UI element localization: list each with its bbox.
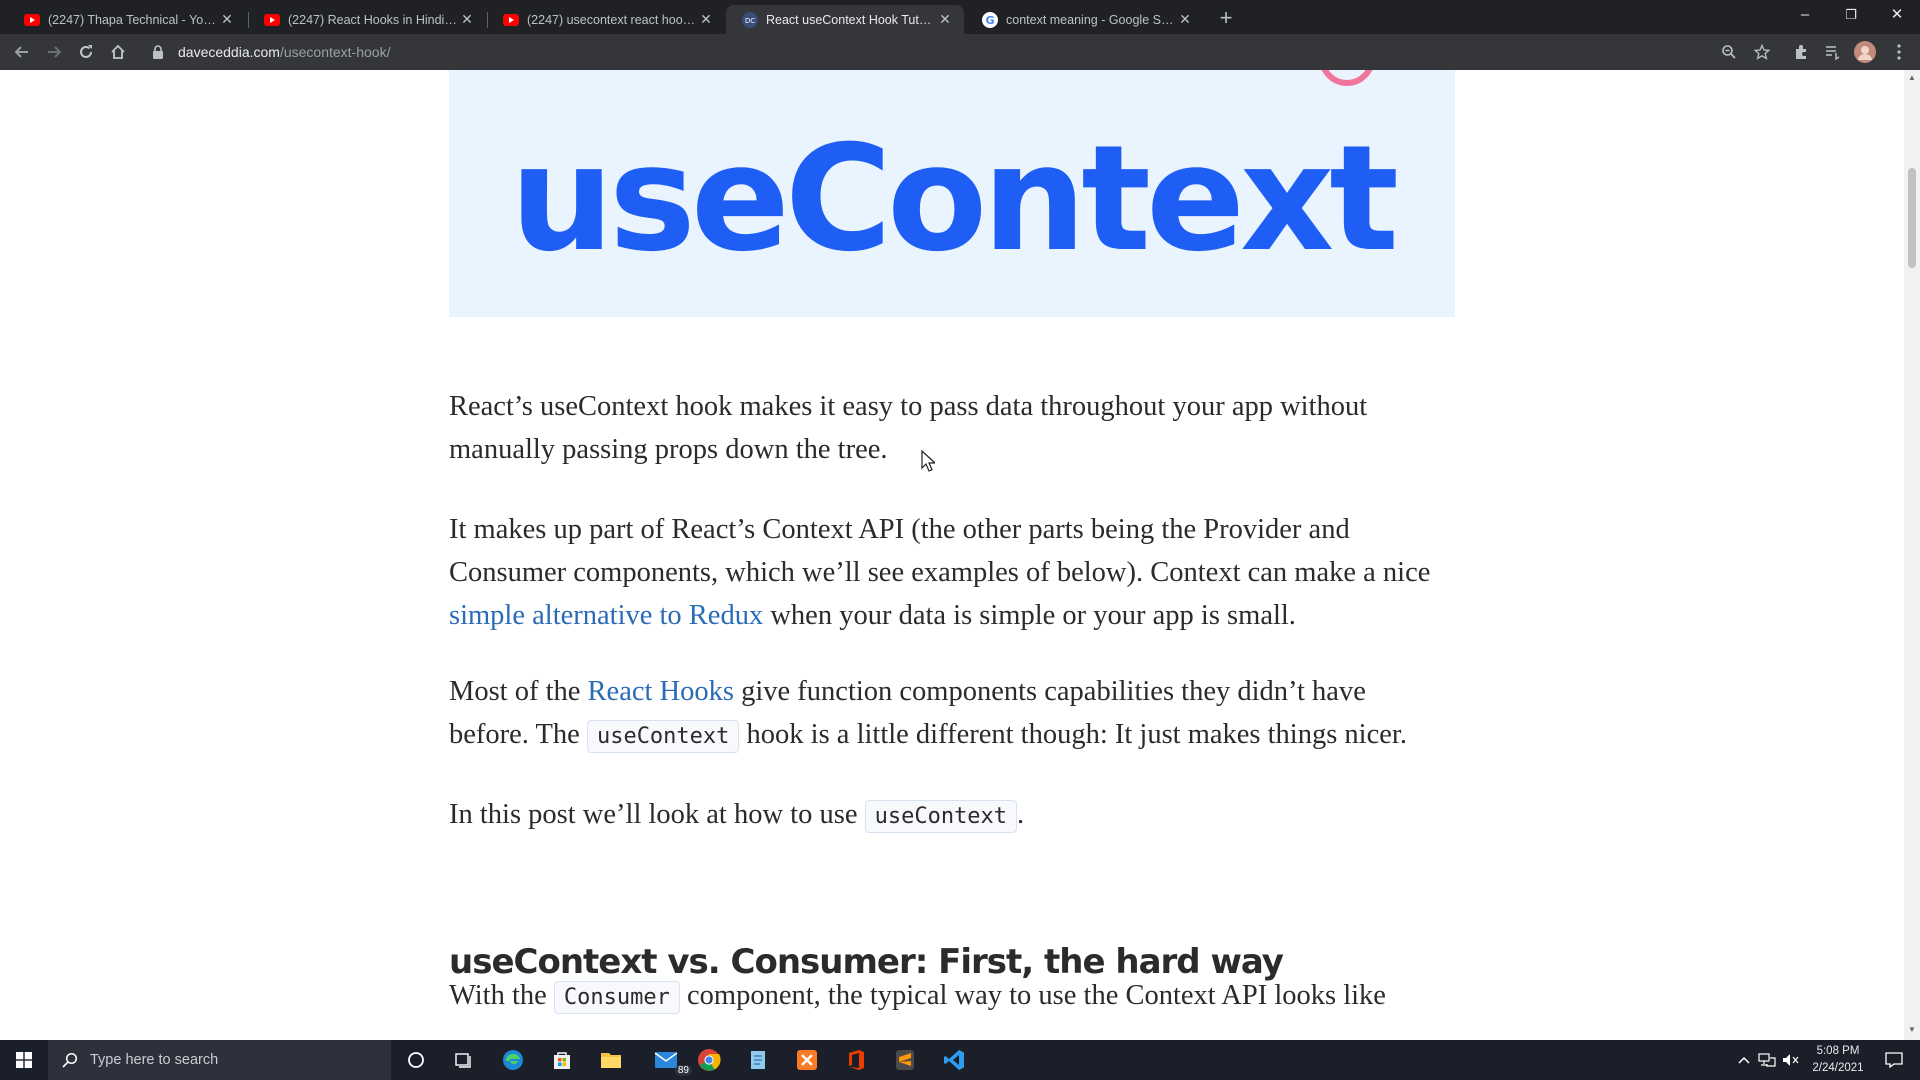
scroll-up-icon[interactable]: ▲ (1908, 74, 1916, 82)
extensions-puzzle-icon[interactable] (1789, 41, 1813, 63)
daveceddia-icon: DC (742, 11, 758, 28)
svg-text:G: G (985, 14, 994, 27)
context-api-paragraph: It makes up part of React’s Context API … (449, 508, 1449, 637)
tab-google-search[interactable]: G context meaning - Google Search ✕ (966, 5, 1204, 34)
chrome-taskbar-icon[interactable] (695, 1046, 723, 1074)
paragraph-text: component, the typical way to use the Co… (679, 980, 1386, 1011)
lock-icon (152, 45, 166, 59)
window-close-icon[interactable]: ✕ (1874, 0, 1920, 30)
google-icon: G (982, 11, 998, 28)
paragraph-text: . (1017, 799, 1025, 830)
tab-usecontext-youtube[interactable]: (2247) usecontext react hooks th ✕ (487, 5, 725, 34)
url-path: /usecontext-hook/ (279, 44, 391, 60)
scrollbar-thumb[interactable] (1908, 168, 1916, 268)
post-intro-paragraph: In this post we’ll look at how to use us… (449, 793, 1449, 838)
chrome-menu-icon[interactable] (1887, 41, 1911, 63)
profile-avatar-icon[interactable] (1853, 41, 1877, 63)
hero-banner: useContext (449, 70, 1455, 317)
scroll-down-icon[interactable]: ▼ (1908, 1026, 1916, 1034)
close-icon[interactable]: ✕ (936, 11, 954, 28)
vscode-icon[interactable] (940, 1046, 968, 1074)
browser-toolbar: daveceddia.com /usecontext-hook/ (0, 34, 1920, 70)
tab-title: (2247) React Hooks in Hindi in 2 (288, 12, 458, 27)
show-hidden-icons-chevron-up-icon[interactable] (1734, 1040, 1754, 1080)
paragraph-text: With the (449, 980, 554, 1011)
consumer-paragraph: With the Consumer component, the typical… (449, 974, 1449, 1019)
hero-title: useContext (509, 114, 1399, 284)
taskbar-search-box[interactable]: Type here to search (48, 1040, 391, 1080)
mail-badge: 89 (674, 1065, 692, 1076)
network-icon[interactable] (1756, 1040, 1778, 1080)
search-placeholder: Type here to search (90, 1052, 219, 1068)
hooks-paragraph: Most of the React Hooks give function co… (449, 670, 1449, 758)
close-icon[interactable]: ✕ (697, 11, 715, 28)
file-explorer-icon[interactable] (597, 1046, 625, 1074)
new-tab-plus-icon[interactable]: + (1213, 6, 1239, 32)
intro-paragraph: React’s useContext hook makes it easy to… (449, 391, 1368, 465)
forward-arrow-icon[interactable] (42, 40, 66, 64)
xampp-icon[interactable] (793, 1046, 821, 1074)
edge-browser-icon[interactable] (499, 1046, 527, 1074)
close-icon[interactable]: ✕ (1176, 11, 1194, 28)
paragraph-text: when your data is simple or your app is … (763, 600, 1296, 631)
sublime-text-icon[interactable] (891, 1046, 919, 1074)
browser-tabstrip: (2247) Thapa Technical - YouTub ✕ (2247)… (0, 0, 1920, 34)
windows-start-icon[interactable] (0, 1040, 48, 1080)
reload-icon[interactable] (74, 40, 98, 64)
tab-title: (2247) Thapa Technical - YouTub (48, 12, 218, 27)
mouse-cursor-icon (921, 450, 935, 472)
decorative-ring (1319, 70, 1375, 86)
url-host: daveceddia.com (178, 44, 280, 60)
notification-center-icon[interactable] (1874, 1040, 1914, 1080)
paragraph-text: In this post we’ll look at how to use (449, 799, 865, 830)
clock-date: 2/24/2021 (1812, 1062, 1864, 1074)
inline-code: useContext (864, 800, 1018, 833)
paragraph-text: Most of the (449, 676, 588, 707)
zoom-icon[interactable] (1717, 41, 1741, 63)
back-arrow-icon[interactable] (10, 40, 34, 64)
tab-title: React useContext Hook Tutorial ( (766, 12, 936, 27)
paragraph-text: It makes up part of React’s Context API … (449, 514, 1431, 588)
windows-taskbar: Type here to search 89 5:08 PM 2/24/2021 (0, 1040, 1920, 1080)
tab-react-usecontext-tutorial[interactable]: DC React useContext Hook Tutorial ( ✕ (726, 5, 964, 34)
redux-alternative-link[interactable]: simple alternative to Redux (449, 600, 763, 631)
youtube-icon (24, 12, 40, 28)
react-hooks-link[interactable]: React Hooks (588, 676, 734, 707)
volume-muted-icon[interactable] (1780, 1040, 1802, 1080)
reading-list-icon[interactable] (1821, 41, 1845, 63)
inline-code: useContext (586, 720, 740, 753)
microsoft-store-icon[interactable] (548, 1046, 576, 1074)
svg-text:DC: DC (745, 17, 755, 25)
youtube-icon (503, 12, 519, 28)
office-icon[interactable] (842, 1046, 870, 1074)
close-icon[interactable]: ✕ (458, 11, 476, 28)
bookmark-star-icon[interactable] (1750, 41, 1774, 63)
youtube-icon (264, 12, 280, 28)
notepad-icon[interactable] (744, 1046, 772, 1074)
page-viewport: useContext React’s useContext hook makes… (0, 70, 1904, 1040)
inline-code: Consumer (553, 981, 680, 1014)
clock-time: 5:08 PM (1816, 1045, 1860, 1057)
close-icon[interactable]: ✕ (218, 11, 236, 28)
restore-icon[interactable]: ❐ (1828, 0, 1874, 30)
taskbar-clock[interactable]: 5:08 PM 2/24/2021 (1806, 1043, 1870, 1077)
mail-icon[interactable]: 89 (646, 1046, 692, 1076)
vertical-scrollbar[interactable]: ▲ ▼ (1904, 70, 1920, 1040)
minimize-icon[interactable]: – (1782, 0, 1828, 30)
address-bar[interactable]: daveceddia.com /usecontext-hook/ (144, 38, 1744, 66)
task-view-icon[interactable] (450, 1046, 478, 1074)
tab-react-hooks-hindi[interactable]: (2247) React Hooks in Hindi in 2 ✕ (248, 5, 486, 34)
tab-title: (2247) usecontext react hooks th (527, 12, 697, 27)
cortana-circle-icon[interactable] (402, 1046, 430, 1074)
tab-title: context meaning - Google Search (1006, 12, 1176, 27)
home-icon[interactable] (106, 40, 130, 64)
paragraph-text: hook is a little different though: It ju… (739, 719, 1407, 750)
tab-thapa-technical[interactable]: (2247) Thapa Technical - YouTub ✕ (8, 5, 246, 34)
search-icon (62, 1052, 78, 1068)
